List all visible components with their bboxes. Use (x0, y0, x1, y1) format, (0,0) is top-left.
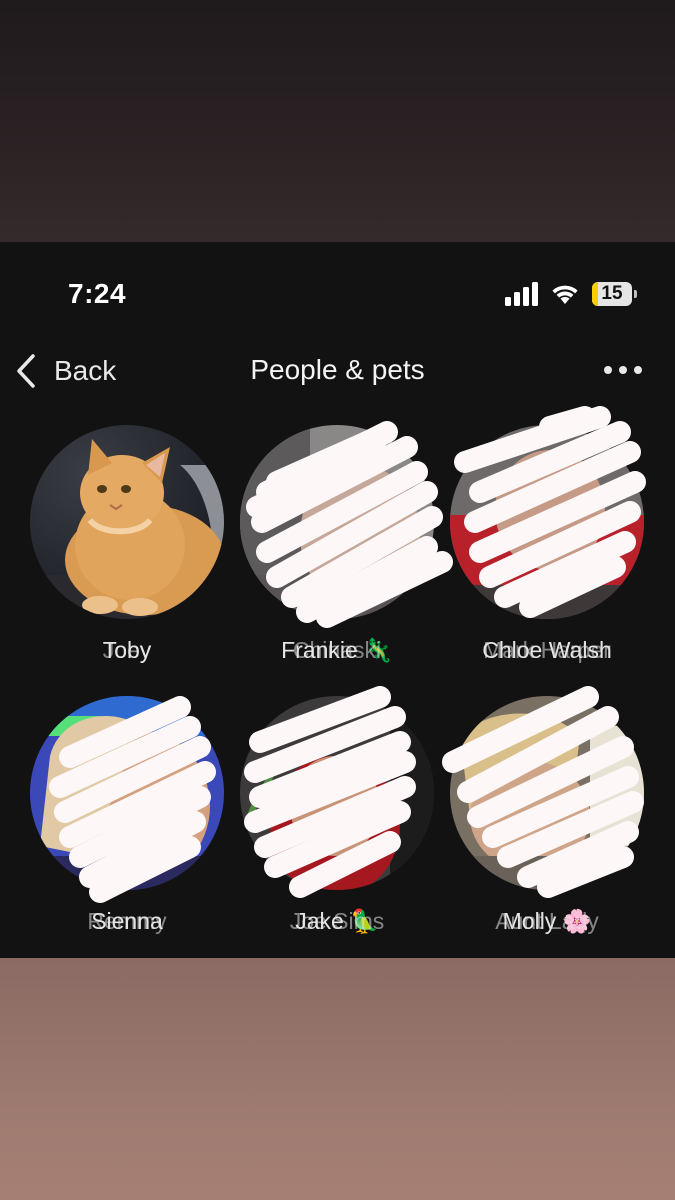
person-name-overlap: Mark Harper (483, 637, 611, 663)
chevron-left-icon (17, 354, 35, 388)
person-name-overlap: Joe Sims (289, 908, 385, 934)
avatar (30, 425, 224, 619)
avatar (240, 696, 434, 890)
person-name: Molly 🌸 Aunt Lady (427, 908, 667, 935)
person-name: Jake 🦜 Joe Sims (217, 908, 457, 935)
redacted-photo (30, 696, 224, 890)
back-label: Back (54, 355, 117, 386)
battery-percentage: 15 (601, 283, 623, 304)
photo-background-top (0, 0, 675, 242)
avatar (30, 696, 224, 890)
redacted-photo (450, 425, 644, 619)
person-name-overlap: Remmy (87, 908, 167, 934)
avatar (450, 425, 644, 619)
cellular-signal-icon (505, 282, 538, 306)
orange-cat-photo (30, 425, 224, 619)
more-horizontal-icon[interactable] (600, 362, 646, 378)
person-name: Chloe Walsh Mark Harper (427, 637, 667, 664)
battery-icon: 15 (592, 282, 632, 306)
status-time: 7:24 (68, 278, 127, 309)
battery-nub (634, 290, 637, 298)
avatar (240, 425, 434, 619)
battery-indicator: 15 (592, 282, 638, 306)
photo-background-bottom (0, 958, 675, 1200)
redacted-photo (450, 696, 644, 890)
people-and-pets-screen: 7:24 15 Back People & pets Toby Joey Fra… (0, 242, 675, 958)
person-name: Toby Joey (7, 637, 247, 664)
redacted-photo (240, 696, 434, 890)
person-name: Frankie 🦎 Chinaski (217, 637, 457, 664)
person-name-overlap: Chinaski (292, 637, 382, 663)
person-name-overlap: Aunt Lady (495, 908, 599, 934)
back-button[interactable]: Back (14, 350, 116, 392)
person-name-overlap: Joey (102, 637, 152, 663)
avatar (450, 696, 644, 890)
redacted-photo (240, 425, 434, 619)
wifi-icon (552, 285, 578, 304)
person-name: Sienna Remmy (7, 908, 247, 935)
